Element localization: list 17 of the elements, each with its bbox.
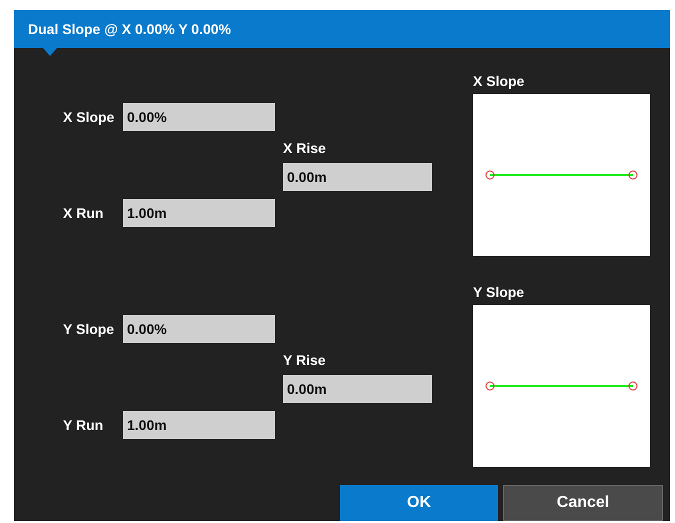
value-field[interactable]: 1.00m: [123, 199, 275, 227]
value-field[interactable]: 1.00m: [123, 411, 275, 439]
value-field[interactable]: 0.00%: [123, 315, 275, 343]
field-label: Y Slope: [63, 320, 116, 339]
field-label: Y Run: [63, 416, 104, 434]
preview-title: Y Slope: [473, 283, 526, 302]
field-label: Y Rise: [283, 351, 326, 370]
ok-button[interactable]: OK: [340, 485, 498, 521]
value-field[interactable]: 0.00m: [283, 375, 432, 403]
field-label: X Run: [63, 204, 104, 222]
preview-title: X Slope: [473, 72, 526, 91]
field-label: X Rise: [283, 139, 326, 158]
value-field[interactable]: 0.00m: [283, 163, 432, 191]
dialog-title: Dual Slope @ X 0.00% Y 0.00%: [28, 20, 232, 39]
value-field[interactable]: 0.00%: [123, 103, 275, 131]
cancel-button[interactable]: Cancel: [503, 485, 663, 521]
field-label: X Slope: [63, 108, 116, 127]
